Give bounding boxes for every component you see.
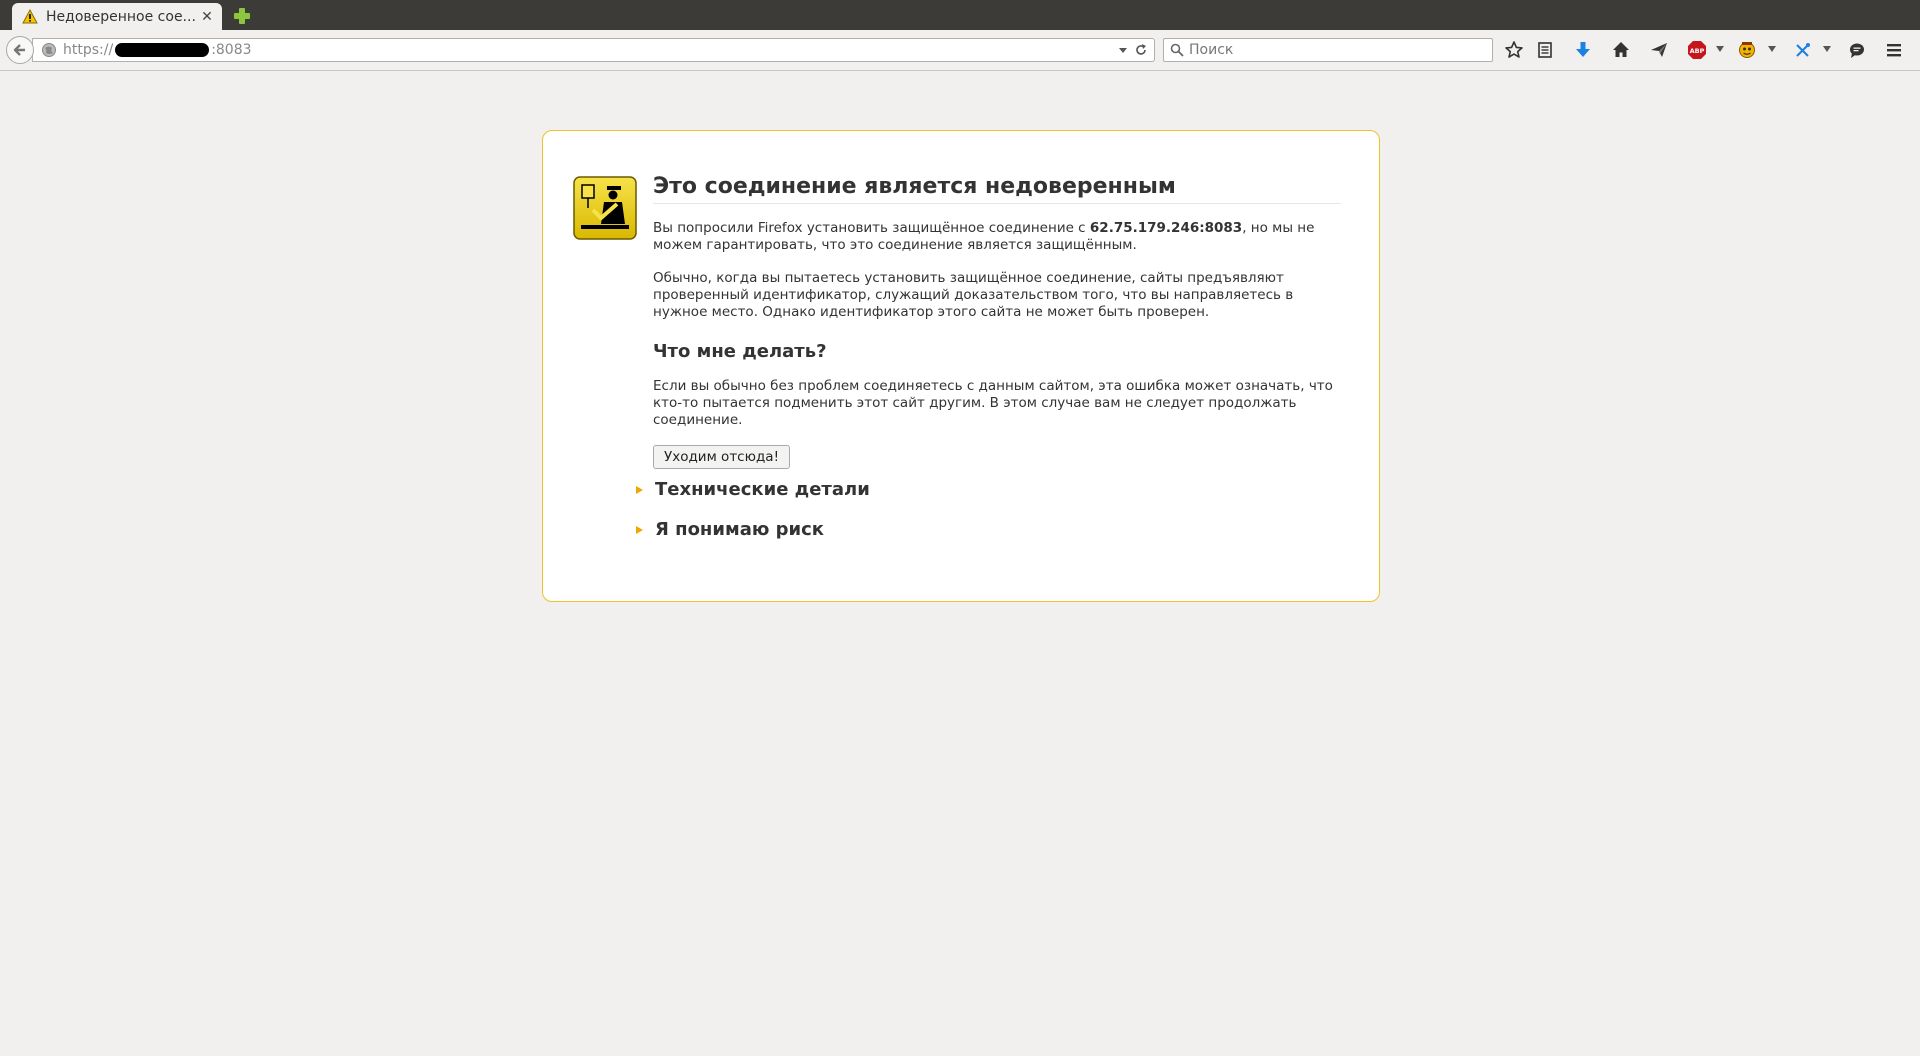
search-icon: [1170, 43, 1184, 57]
url-redaction: [115, 43, 210, 57]
reload-icon[interactable]: [1134, 43, 1148, 57]
intro-paragraph: Вы попросили Firefox установить защищённ…: [653, 220, 1315, 253]
addon-face-icon[interactable]: [1737, 40, 1757, 60]
adblock-label: ABP: [1690, 47, 1705, 55]
download-icon[interactable]: [1573, 40, 1593, 60]
certificate-warning-icon: [573, 176, 637, 240]
what-should-i-do-heading: Что мне делать?: [653, 341, 827, 362]
explanation-paragraph: Обычно, когда вы пытаетесь установить за…: [653, 270, 1294, 320]
bookmark-star-icon[interactable]: [1504, 40, 1524, 60]
addon-x-icon[interactable]: [1793, 40, 1813, 60]
search-bar[interactable]: [1163, 38, 1493, 62]
untrusted-connection-panel: Это соединение является недоверенным Вы …: [542, 130, 1380, 602]
get-me-out-button[interactable]: Уходим отсюда!: [653, 445, 790, 469]
host-name: 62.75.179.246:8083: [1089, 220, 1243, 236]
url-bar[interactable]: https:// :8083: [32, 38, 1155, 62]
menu-icon[interactable]: [1884, 40, 1904, 60]
adblock-icon[interactable]: ABP: [1687, 40, 1707, 60]
adblock-dropdown-icon[interactable]: [1716, 46, 1724, 52]
tab-active[interactable]: Недоверенное сое... ✕: [12, 3, 222, 30]
advice-paragraph: Если вы обычно без проблем соединяетесь …: [653, 378, 1333, 428]
chat-icon[interactable]: [1847, 40, 1867, 60]
new-tab-icon[interactable]: [232, 6, 252, 26]
understand-risks-label: Я понимаю риск: [655, 519, 824, 540]
tab-title: Недоверенное сое...: [46, 8, 196, 25]
back-button[interactable]: [6, 36, 34, 64]
technical-details-label: Технические детали: [655, 479, 870, 500]
back-arrow-icon: [13, 44, 25, 56]
technical-details-expander[interactable]: Технические детали: [635, 479, 870, 500]
search-input[interactable]: [1189, 42, 1492, 58]
send-icon[interactable]: [1649, 40, 1669, 60]
page-title: Это соединение является недоверенным: [653, 174, 1341, 204]
addon-x-dropdown-icon[interactable]: [1823, 46, 1831, 52]
reading-list-icon[interactable]: [1535, 40, 1555, 60]
url-history-dropdown-icon[interactable]: [1118, 46, 1128, 54]
url-port: :8083: [211, 42, 252, 58]
understand-risks-expander[interactable]: Я понимаю риск: [635, 519, 824, 540]
warning-icon: [22, 8, 38, 23]
url-scheme: https://: [63, 42, 114, 58]
tab-strip: Недоверенное сое... ✕: [0, 0, 1920, 30]
home-icon[interactable]: [1611, 40, 1631, 60]
expand-triangle-icon: [636, 525, 643, 534]
globe-icon[interactable]: [41, 42, 57, 58]
tab-close-icon[interactable]: ✕: [200, 9, 214, 25]
addon-face-dropdown-icon[interactable]: [1768, 46, 1776, 52]
navigation-toolbar: https:// :8083 Поиск ABP: [0, 30, 1920, 71]
expand-triangle-icon: [636, 485, 643, 494]
error-content: Это соединение является недоверенным Вы …: [653, 174, 1341, 469]
